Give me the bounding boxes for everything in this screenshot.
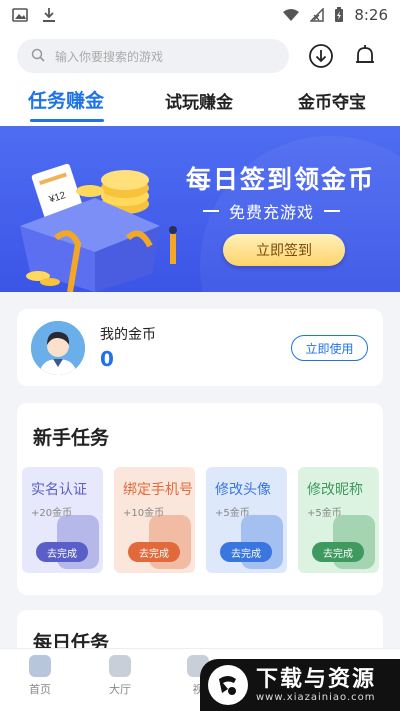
search-icon	[31, 48, 55, 65]
status-bar: 8:26	[0, 0, 400, 30]
clock-time: 8:26	[354, 6, 388, 24]
task-change-nickname[interactable]: 修改昵称 +5金币 去完成	[298, 467, 379, 573]
coins-value: 0	[100, 347, 114, 371]
task-name: 实名认证	[31, 482, 87, 498]
signin-banner[interactable]: ¥12 每日签到领金币 免费充游戏 立即签到	[0, 126, 400, 292]
tab-trial-earn[interactable]: 试玩赚金	[165, 88, 233, 113]
task-reward: +5金币	[215, 508, 250, 519]
task-complete-button[interactable]: 去完成	[220, 542, 272, 562]
nav-label: 大厅	[109, 683, 131, 696]
bell-icon	[356, 45, 374, 63]
search-input[interactable]: 输入你要搜索的游戏	[17, 39, 289, 73]
watermark-title: 下载与资源	[256, 666, 377, 692]
tab-indicator	[30, 119, 104, 122]
banner-subtitle: 免费充游戏	[203, 199, 341, 223]
gift-box-illustration: ¥12	[20, 163, 177, 292]
search-placeholder: 输入你要搜索的游戏	[55, 49, 164, 64]
download-icon	[42, 7, 56, 23]
signin-button[interactable]: 立即签到	[223, 234, 345, 266]
avatar	[31, 321, 85, 375]
task-list: 实名认证 +20金币 去完成 绑定手机号 +10金币 去完成 修改头像 +5金币…	[22, 467, 379, 573]
task-real-name[interactable]: 实名认证 +20金币 去完成	[22, 467, 103, 573]
task-reward: +5金币	[307, 508, 342, 519]
nav-hall[interactable]: 大厅	[90, 655, 150, 697]
home-icon	[29, 655, 51, 677]
task-name: 修改头像	[215, 482, 271, 498]
tab-task-earn[interactable]: 任务赚金	[28, 86, 104, 113]
task-complete-button[interactable]: 去完成	[312, 542, 364, 562]
task-complete-button[interactable]: 去完成	[36, 542, 88, 562]
watermark: 下载与资源 www.xiazainiao.com	[200, 659, 400, 711]
task-bind-phone[interactable]: 绑定手机号 +10金币 去完成	[114, 467, 195, 573]
task-reward: +10金币	[123, 508, 165, 519]
task-name: 修改昵称	[307, 482, 363, 498]
gallery-icon	[12, 8, 28, 22]
task-name: 绑定手机号	[123, 482, 193, 498]
coins-label: 我的金币	[100, 327, 156, 343]
banner-title: 每日签到领金币	[186, 165, 376, 194]
wifi-icon	[282, 8, 300, 22]
use-coins-button[interactable]: 立即使用	[291, 335, 368, 361]
my-coins-card: 我的金币 0 立即使用	[17, 309, 383, 386]
task-complete-button[interactable]: 去完成	[128, 542, 180, 562]
download-circle-icon	[309, 44, 333, 68]
task-reward: +20金币	[31, 508, 73, 519]
section-title-newbie: 新手任务	[33, 427, 110, 449]
grid-icon	[109, 655, 131, 677]
download-button[interactable]	[308, 43, 334, 69]
bird-logo-icon	[208, 665, 248, 705]
battery-icon	[334, 7, 344, 23]
signal-icon	[310, 8, 325, 22]
watermark-url: www.xiazainiao.com	[256, 691, 376, 703]
nav-label: 首页	[29, 683, 51, 696]
newbie-tasks-card: 新手任务 实名认证 +20金币 去完成 绑定手机号 +10金币 去完成 修改头像…	[17, 403, 383, 595]
nav-home[interactable]: 首页	[10, 655, 70, 697]
tab-coin-treasure[interactable]: 金币夺宝	[298, 88, 366, 113]
tab-bar: 任务赚金 试玩赚金 金币夺宝	[0, 86, 400, 122]
notification-button[interactable]	[352, 43, 378, 69]
task-change-avatar[interactable]: 修改头像 +5金币 去完成	[206, 467, 287, 573]
